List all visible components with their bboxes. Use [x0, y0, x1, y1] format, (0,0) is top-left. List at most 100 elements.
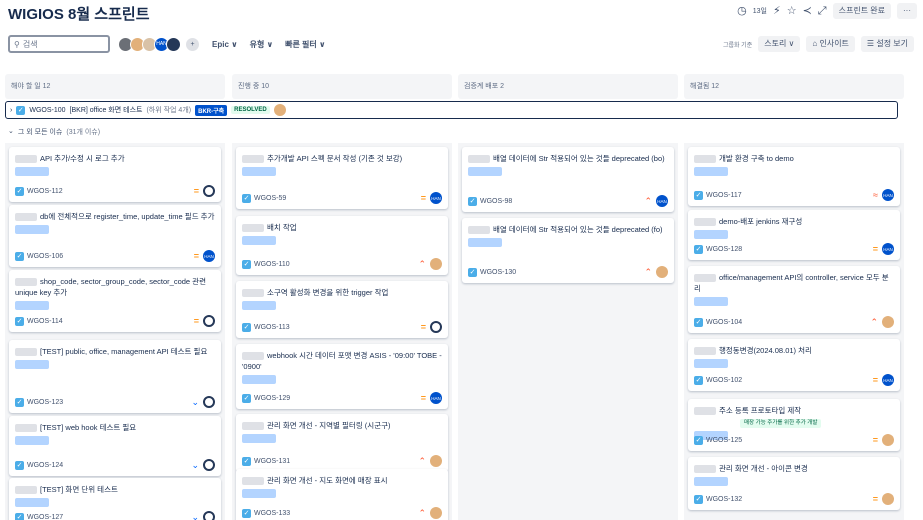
- task-checkbox-icon: ✓: [694, 190, 703, 200]
- issue-key[interactable]: WGOS-59: [254, 193, 286, 204]
- card-footer: ✓ WGOS-125 =: [694, 434, 894, 446]
- avatar[interactable]: [882, 434, 894, 446]
- issue-card[interactable]: 관리 화면 개선 - 아이콘 변경 ✓ WGOS-132 =: [688, 457, 900, 510]
- card-meta: =: [194, 315, 215, 327]
- avatar[interactable]: [430, 258, 442, 270]
- avatar[interactable]: HAN: [882, 189, 894, 201]
- avatar[interactable]: HAN: [430, 192, 442, 204]
- insights-button[interactable]: ⌂ 인사이트: [806, 36, 855, 52]
- redacted-block: [15, 213, 37, 222]
- issue-key[interactable]: WGOS-132: [706, 494, 742, 505]
- filter-quick[interactable]: 빠른 필터 ∨: [285, 39, 325, 50]
- issue-key[interactable]: WGOS-125: [706, 435, 742, 446]
- avatar[interactable]: [882, 316, 894, 328]
- star-icon[interactable]: ☆: [787, 3, 797, 19]
- issue-card[interactable]: API 추가/수정 시 로그 추가 ✓ WGOS-112 =: [9, 147, 221, 202]
- filter-type[interactable]: 유형 ∨: [250, 39, 273, 50]
- issue-key[interactable]: WGOS-110: [254, 259, 290, 270]
- filter-epic[interactable]: Epic ∨: [212, 40, 238, 49]
- issue-key[interactable]: WGOS-102: [706, 375, 742, 386]
- swimlane-other[interactable]: ⌄ 그 외 모든 이슈 (31개 이슈): [8, 127, 100, 137]
- avatar[interactable]: HAN: [656, 195, 668, 207]
- card-meta: =: [873, 434, 894, 446]
- issue-key[interactable]: WGOS-133: [254, 508, 290, 519]
- view-settings-button[interactable]: ☰ 설정 보기: [860, 36, 914, 52]
- complete-sprint-button[interactable]: 스프린트 완료: [832, 3, 891, 19]
- issue-card[interactable]: [TEST] web hook 테스트 필요 ✓ WGOS-124 ⌄: [9, 416, 221, 476]
- priority-icon: ≈: [873, 189, 878, 200]
- redacted-block: [15, 155, 37, 164]
- chevron-down-icon[interactable]: ⌄: [8, 127, 14, 137]
- avatar[interactable]: HAN: [882, 374, 894, 386]
- lightning-icon[interactable]: ⚡: [773, 3, 781, 19]
- avatar[interactable]: HAN: [882, 243, 894, 255]
- expand-icon[interactable]: ⤢: [818, 3, 827, 19]
- avatar[interactable]: [166, 36, 181, 52]
- parent-issue-row[interactable]: › ✓ WGOS-100 [BKR] office 화면 테스트 (하위 작업 …: [5, 101, 898, 119]
- more-button[interactable]: ···: [897, 3, 917, 19]
- issue-key[interactable]: WGOS-106: [27, 251, 63, 262]
- issue-key[interactable]: WGOS-130: [480, 267, 516, 278]
- priority-icon: =: [193, 185, 199, 196]
- issue-card[interactable]: 개발 환경 구축 to demo ✓ WGOS-117 ≈ HAN: [688, 147, 900, 206]
- avatar[interactable]: [203, 459, 215, 471]
- issue-card[interactable]: 행정동변경(2024.08.01) 처리 ✓ WGOS-102 = HAN: [688, 339, 900, 391]
- issue-card[interactable]: [TEST] 화면 단위 테스트 ✓ WGOS-127 ⌄: [9, 478, 221, 520]
- share-icon[interactable]: ≺: [803, 3, 812, 19]
- issue-card[interactable]: 배치 작업 ✓ WGOS-110 ⌃: [236, 216, 448, 275]
- chevron-right-icon[interactable]: ›: [10, 107, 12, 114]
- card-summary-text: office/management API의 controller, servi…: [694, 273, 889, 293]
- parent-key[interactable]: WGOS-100: [29, 107, 65, 114]
- issue-card[interactable]: db에 전체적으로 register_time, update_time 필드 …: [9, 205, 221, 267]
- issue-card[interactable]: 주소 등록 프로토타입 제작 매장 가능 주가를 위한 추가 개발 ✓ WGOS-…: [688, 399, 900, 451]
- card-meta: ⌃: [418, 258, 442, 270]
- avatar[interactable]: [882, 493, 894, 505]
- avatar[interactable]: [203, 396, 215, 408]
- issue-key[interactable]: WGOS-98: [480, 196, 512, 207]
- issue-key[interactable]: WGOS-104: [706, 317, 742, 328]
- issue-key[interactable]: WGOS-113: [254, 322, 290, 333]
- group-by-select[interactable]: 스토리 ∨: [758, 36, 801, 52]
- epic-label: [694, 359, 728, 368]
- issue-card[interactable]: shop_code, sector_group_code, sector_cod…: [9, 270, 221, 332]
- avatar[interactable]: [656, 266, 668, 278]
- issue-card[interactable]: [TEST] public, office, management API 테스…: [9, 340, 221, 413]
- issue-card[interactable]: 배열 데이터에 Str 적용되어 있는 것들 deprecated (bo) ✓…: [462, 147, 674, 212]
- issue-key[interactable]: WGOS-117: [706, 190, 742, 201]
- issue-key[interactable]: WGOS-129: [254, 393, 290, 404]
- add-people-icon[interactable]: +: [185, 36, 200, 52]
- card-summary-text: shop_code, sector_group_code, sector_cod…: [15, 277, 206, 297]
- task-checkbox-icon: ✓: [15, 316, 24, 326]
- issue-card[interactable]: webhook 시간 데이터 포맷 변경 ASIS - '09:00' TOBE…: [236, 344, 448, 409]
- issue-card[interactable]: 배열 데이터에 Str 적용되어 있는 것들 deprecated (fo) ✓…: [462, 218, 674, 283]
- avatar[interactable]: HAN: [203, 250, 215, 262]
- issue-card[interactable]: 관리 화면 개선 - 지도 화면에 매장 표시 ✓ WGOS-133 ⌃: [236, 469, 448, 520]
- issue-key[interactable]: WGOS-128: [706, 244, 742, 255]
- avatar[interactable]: [430, 455, 442, 467]
- issue-key[interactable]: WGOS-123: [27, 397, 63, 408]
- avatar[interactable]: [273, 104, 286, 116]
- task-checkbox-icon: ✓: [694, 317, 703, 327]
- issue-key[interactable]: WGOS-124: [27, 460, 63, 471]
- issue-key[interactable]: WGOS-131: [254, 456, 290, 467]
- issue-key[interactable]: WGOS-127: [27, 512, 63, 520]
- issue-card[interactable]: 관리 화면 개선 - 지역별 필터링 (시군구) ✓ WGOS-131 ⌃: [236, 414, 448, 472]
- epic-label: [694, 477, 728, 486]
- redacted-block: [242, 477, 264, 486]
- issue-card[interactable]: demo-배포 jenkins 재구성 ✓ WGOS-128 = HAN: [688, 210, 900, 260]
- issue-card[interactable]: office/management API의 controller, servi…: [688, 266, 900, 333]
- issue-key[interactable]: WGOS-114: [27, 316, 63, 327]
- avatar[interactable]: [203, 511, 215, 520]
- issue-card[interactable]: 소구역 활성화 변경을 위한 trigger 작업 ✓ WGOS-113 =: [236, 281, 448, 338]
- priority-icon: ⌃: [418, 507, 426, 518]
- issue-key[interactable]: WGOS-112: [27, 186, 63, 197]
- avatar[interactable]: [430, 507, 442, 519]
- epic-label: [242, 236, 276, 245]
- avatar[interactable]: [203, 315, 215, 327]
- avatar[interactable]: [203, 185, 215, 197]
- search-input[interactable]: ⚲ 검색: [8, 35, 110, 53]
- avatar[interactable]: HAN: [430, 392, 442, 404]
- epic-label: [694, 167, 728, 176]
- issue-card[interactable]: 추가개발 API 스펙 문서 작성 (기존 것 보강) ✓ WGOS-59 = …: [236, 147, 448, 209]
- avatar[interactable]: [430, 321, 442, 333]
